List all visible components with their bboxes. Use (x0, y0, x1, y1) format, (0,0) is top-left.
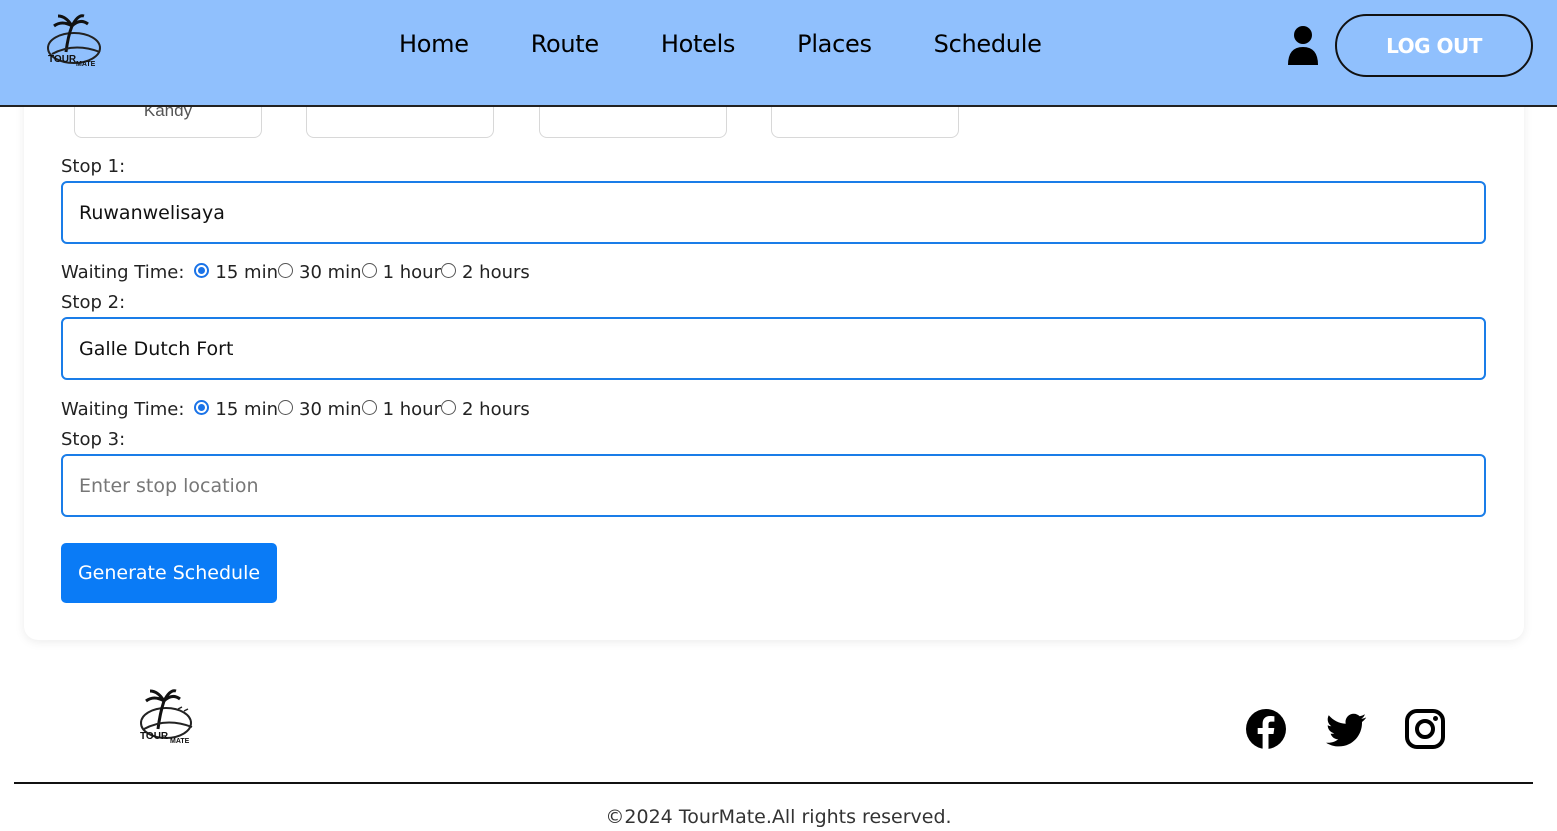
radio-30-min[interactable] (278, 400, 293, 415)
radio-30-min[interactable] (278, 263, 293, 278)
radio-label: 2 hours (461, 399, 530, 420)
twitter-icon[interactable] (1325, 708, 1367, 750)
radio-label: 1 hour (382, 262, 441, 283)
waiting-time-label: Waiting Time: (61, 399, 185, 420)
footer-divider (14, 782, 1533, 784)
nav-schedule[interactable]: Schedule (934, 30, 1042, 58)
svg-text:TOUR: TOUR (140, 731, 169, 742)
radio-label: 30 min (299, 262, 362, 283)
radio-1-hour[interactable] (361, 400, 377, 415)
nav-route[interactable]: Route (531, 30, 599, 58)
main-nav: Home Route Hotels Places Schedule (399, 30, 1042, 58)
site-header: TOUR MATE Home Route Hotels Places Sched… (0, 0, 1557, 107)
svg-text:MATE: MATE (170, 738, 190, 745)
svg-text:TOUR: TOUR (48, 54, 77, 65)
copyright-text: ©2024 TourMate.All rights reserved. (605, 806, 952, 828)
footer-tourmate-logo[interactable]: TOUR MATE (136, 689, 200, 747)
logout-button[interactable]: LOG OUT (1335, 14, 1533, 77)
nav-home[interactable]: Home (399, 30, 469, 58)
radio-1-hour[interactable] (361, 263, 377, 278)
radio-label: 30 min (299, 399, 362, 420)
stop-2-label: Stop 2: (61, 292, 126, 313)
stop-3-label: Stop 3: (61, 429, 126, 450)
stop-3-input[interactable] (61, 454, 1486, 517)
waiting-time-label: Waiting Time: (61, 262, 185, 283)
radio-label: 2 hours (461, 262, 530, 283)
waiting-time-row-2: Waiting Time: 15 min 30 min 1 hour 2 hou… (61, 399, 530, 420)
stop-1-input[interactable] (61, 181, 1486, 244)
generate-schedule-button[interactable]: Generate Schedule (61, 543, 277, 603)
stop-2-input[interactable] (61, 317, 1486, 380)
radio-2-hours[interactable] (440, 263, 456, 278)
radio-15-min[interactable] (194, 400, 210, 415)
stop-1-label: Stop 1: (61, 156, 126, 177)
nav-places[interactable]: Places (797, 30, 872, 58)
svg-text:MATE: MATE (76, 61, 96, 68)
radio-label: 1 hour (382, 399, 441, 420)
radio-15-min[interactable] (194, 263, 210, 278)
facebook-icon[interactable] (1245, 708, 1287, 750)
radio-label: 15 min (215, 262, 278, 283)
instagram-icon[interactable] (1404, 708, 1446, 750)
nav-hotels[interactable]: Hotels (661, 30, 736, 58)
radio-2-hours[interactable] (440, 400, 456, 415)
radio-label: 15 min (215, 399, 278, 420)
waiting-time-row-1: Waiting Time: 15 min 30 min 1 hour 2 hou… (61, 262, 530, 283)
user-icon[interactable] (1286, 25, 1320, 65)
tourmate-logo[interactable]: TOUR MATE (44, 12, 106, 70)
